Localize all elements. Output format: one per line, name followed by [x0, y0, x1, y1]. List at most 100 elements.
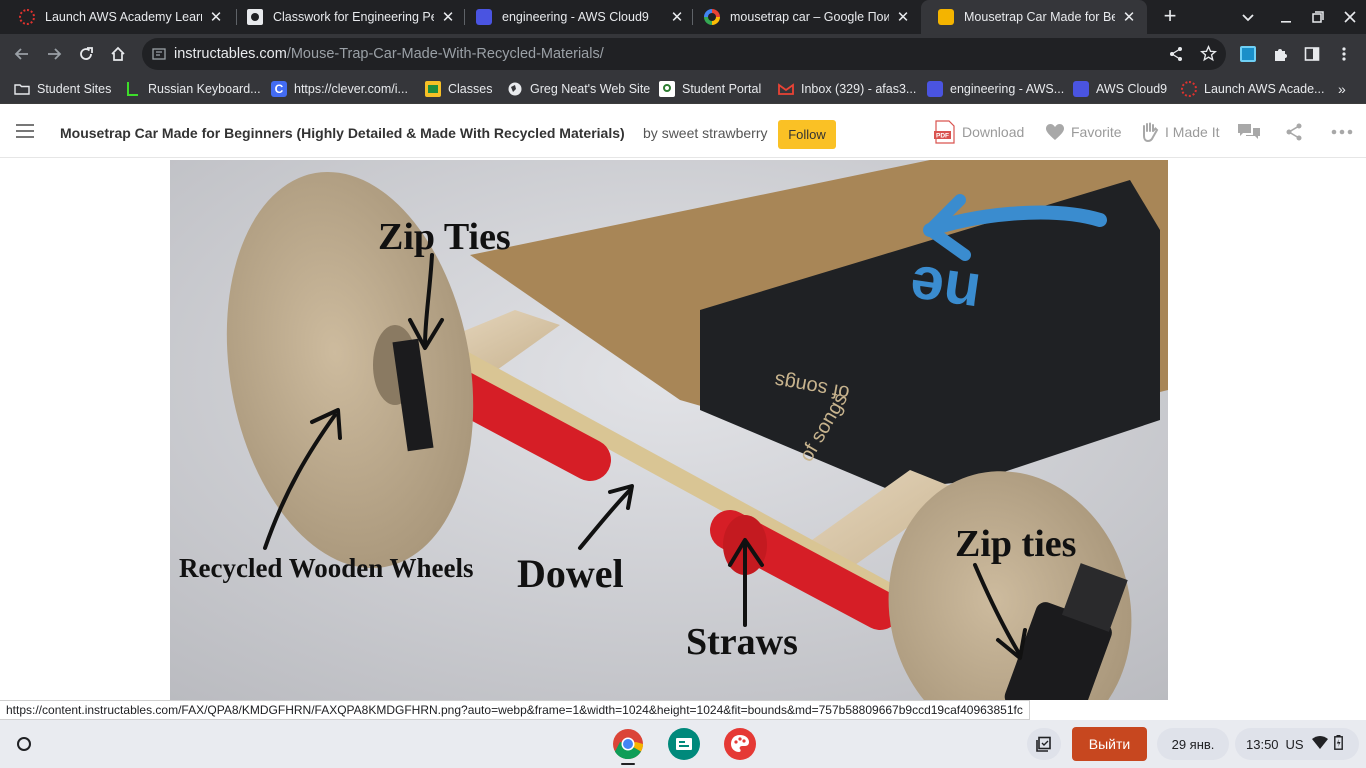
sign-out-button[interactable]: Выйти	[1072, 727, 1147, 761]
bookmark-clever[interactable]: C https://clever.com/i...	[271, 74, 408, 104]
close-icon[interactable]: ✕	[208, 9, 224, 26]
status-tray[interactable]: 13:50 US	[1235, 728, 1359, 760]
tab-title: Mousetrap Car Made for Begir	[964, 10, 1115, 24]
tab-google-search[interactable]: mousetrap car – Google Поис ✕	[687, 0, 921, 34]
reload-icon[interactable]	[74, 42, 98, 66]
label-zip-ties-top: Zip Ties	[378, 216, 511, 258]
favorite-button[interactable]: Favorite	[1045, 105, 1122, 158]
hamburger-menu-icon[interactable]	[16, 124, 34, 138]
new-tab-button[interactable]: +	[1158, 5, 1182, 29]
hand-icon	[1141, 122, 1159, 142]
chromeos-shelf: Выйти 29 янв. 13:50 US	[0, 720, 1366, 768]
side-panel-icon[interactable]	[1300, 42, 1324, 66]
author-link[interactable]: sweet strawberry	[662, 125, 768, 141]
hover-link-status: https://content.instructables.com/FAX/QP…	[0, 700, 1030, 720]
launcher-icon[interactable]	[10, 730, 38, 758]
label-straws: Straws	[686, 621, 798, 663]
puzzle-icon[interactable]	[1268, 42, 1292, 66]
bookmark-russian-keyboard[interactable]: Russian Keyboard...	[125, 74, 261, 104]
running-indicator	[621, 763, 635, 765]
bookmark-aws-cloud9[interactable]: AWS Cloud9	[1073, 74, 1167, 104]
tab-cloud9[interactable]: engineering - AWS Cloud9 ✕	[459, 0, 695, 34]
globe-icon	[507, 81, 523, 97]
pdf-badge-text: PDF	[936, 132, 949, 139]
favorite-label: Favorite	[1071, 123, 1122, 140]
heart-icon	[1045, 123, 1065, 141]
i-made-it-button[interactable]: I Made It	[1141, 105, 1219, 158]
url-path: /Mouse-Trap-Car-Made-With-Recycled-Mater…	[286, 46, 604, 62]
bookmark-label: Inbox (329) - afas3...	[801, 82, 917, 96]
author-byline: by sweet strawberry	[643, 125, 768, 141]
battery-icon	[1333, 735, 1343, 753]
bookmark-student-sites[interactable]: Student Sites	[14, 74, 111, 104]
home-icon[interactable]	[106, 42, 130, 66]
browser-toolbar: instructables.com/Mouse-Trap-Car-Made-Wi…	[0, 34, 1366, 74]
project-photo[interactable]: ne of songs of songs Zip Ties Recycled W…	[170, 160, 1168, 700]
tab-instructables[interactable]: Mousetrap Car Made for Begir ✕	[921, 0, 1147, 34]
svg-text:ne: ne	[906, 252, 985, 328]
close-window-icon[interactable]	[1338, 5, 1362, 29]
url-text[interactable]: instructables.com/Mouse-Trap-Car-Made-Wi…	[174, 38, 604, 70]
project-title: Mousetrap Car Made for Beginners (Highly…	[60, 125, 625, 141]
tab-classwork[interactable]: Classwork for Engineering Pe ✕	[230, 0, 466, 34]
classroom-app-icon[interactable]	[668, 728, 700, 760]
chrome-app-icon[interactable]	[612, 728, 644, 760]
forward-icon[interactable]	[42, 42, 66, 66]
close-icon[interactable]: ✕	[669, 9, 685, 26]
download-label: Download	[962, 123, 1025, 140]
instructables-header: Mousetrap Car Made for Beginners (Highly…	[0, 105, 1366, 158]
instructables-icon	[938, 9, 954, 25]
bookmark-label: Student Portal	[682, 82, 762, 96]
input-method: US	[1285, 736, 1304, 752]
paint-app-icon[interactable]	[724, 728, 756, 760]
page-content: Mousetrap Car Made for Beginners (Highly…	[0, 105, 1366, 700]
bookmarks-bar: Student Sites Russian Keyboard... C http…	[0, 74, 1366, 104]
classroom-icon	[247, 9, 263, 25]
bookmark-label: engineering - AWS...	[950, 82, 1065, 96]
tab-strip: Launch AWS Academy Learne ✕ Classwork fo…	[0, 0, 1366, 34]
portal-icon	[659, 81, 675, 97]
share-icon[interactable]	[1168, 46, 1184, 67]
google-icon	[704, 9, 720, 25]
bookmark-label: https://clever.com/i...	[294, 82, 408, 96]
bookmark-label: Greg Neat's Web Site	[530, 82, 651, 96]
site-info-icon[interactable]	[152, 47, 166, 66]
keyboard-icon	[125, 81, 141, 97]
follow-button[interactable]: Follow	[778, 120, 836, 149]
folder-icon	[14, 81, 30, 97]
restore-icon[interactable]	[1306, 5, 1330, 29]
close-icon[interactable]: ✕	[895, 9, 911, 26]
bookmark-engineering-aws[interactable]: engineering - AWS...	[927, 74, 1064, 104]
tab-search-icon[interactable]	[1236, 5, 1260, 29]
extension-icon[interactable]	[1236, 42, 1260, 66]
bookmark-label: Student Sites	[37, 82, 112, 96]
bookmark-greg-neat[interactable]: Greg Neat's Web Site	[507, 74, 650, 104]
cloud9-icon	[927, 81, 943, 97]
tab-aws-academy[interactable]: Launch AWS Academy Learne ✕	[2, 0, 234, 34]
address-bar[interactable]: instructables.com/Mouse-Trap-Car-Made-Wi…	[142, 38, 1226, 70]
holding-space-icon[interactable]	[1027, 728, 1061, 760]
more-bookmarks-icon[interactable]: »	[1338, 74, 1346, 104]
label-zip-ties-bottom: Zip ties	[955, 523, 1076, 565]
more-options-icon[interactable]	[1331, 105, 1353, 158]
date-tray[interactable]: 29 янв.	[1157, 728, 1229, 760]
tab-title: Launch AWS Academy Learne	[45, 10, 202, 24]
share-icon[interactable]	[1285, 105, 1303, 158]
aws-academy-icon	[1181, 81, 1197, 97]
bookmark-label: AWS Cloud9	[1096, 82, 1168, 96]
bookmark-launch-aws[interactable]: Launch AWS Acade...	[1181, 74, 1324, 104]
back-icon[interactable]	[10, 42, 34, 66]
label-dowel: Dowel	[517, 551, 624, 596]
bookmark-gmail[interactable]: Inbox (329) - afas3...	[778, 74, 916, 104]
bookmark-student-portal[interactable]: Student Portal	[659, 74, 761, 104]
bookmark-classes[interactable]: Classes	[425, 74, 492, 104]
close-icon[interactable]: ✕	[440, 9, 456, 26]
minimize-icon[interactable]	[1274, 5, 1298, 29]
comments-icon[interactable]	[1237, 105, 1261, 158]
kebab-menu-icon[interactable]	[1332, 42, 1356, 66]
bookmark-star-icon[interactable]	[1200, 45, 1217, 67]
tab-title: mousetrap car – Google Поис	[730, 10, 889, 24]
close-icon[interactable]: ✕	[1121, 9, 1137, 26]
download-button[interactable]: PDF Download	[934, 105, 1024, 158]
bookmark-label: Russian Keyboard...	[148, 82, 261, 96]
